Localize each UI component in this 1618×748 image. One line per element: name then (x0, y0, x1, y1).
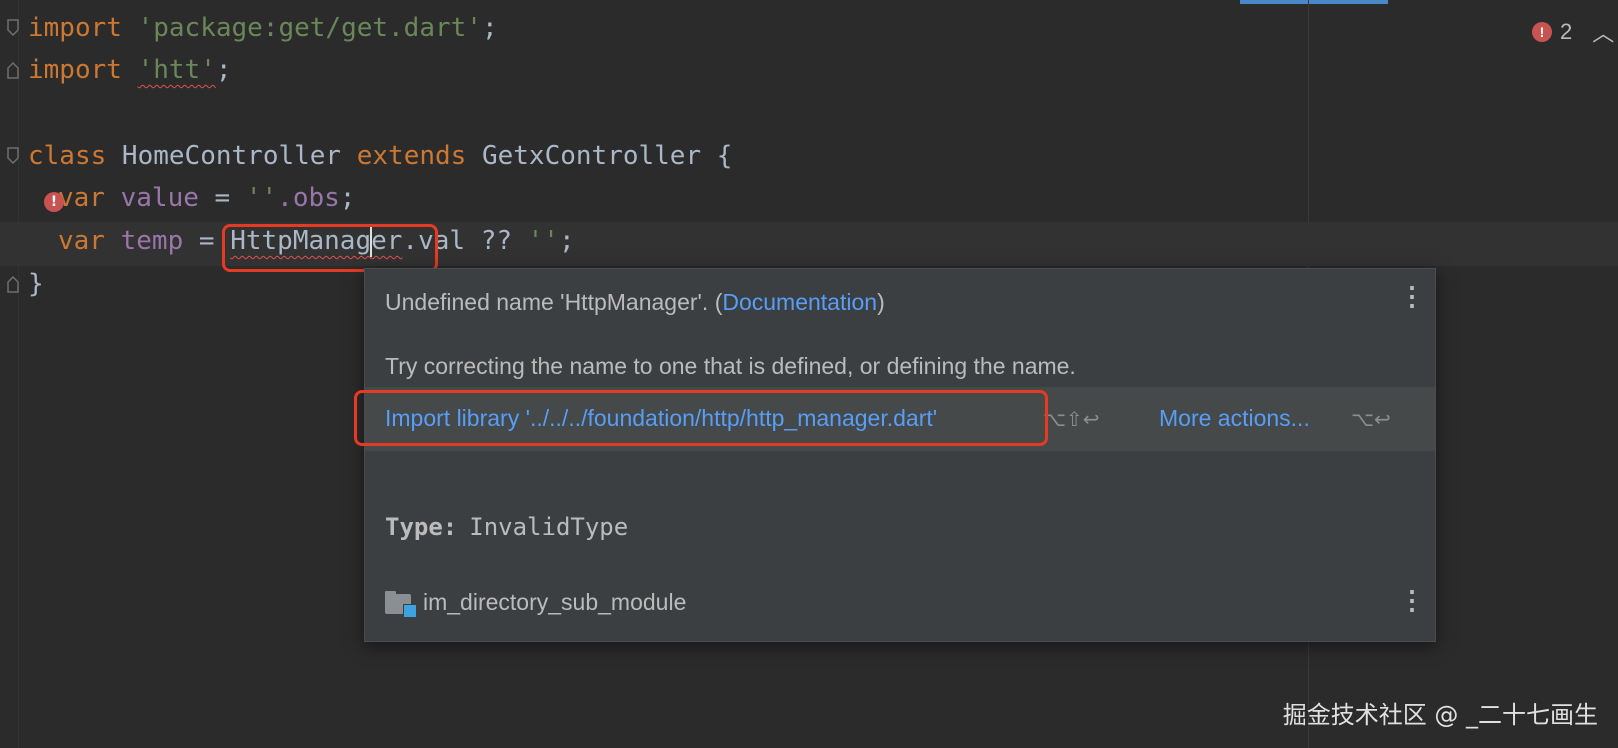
punct-token: ; (481, 13, 498, 43)
keyword-token: import (28, 13, 122, 43)
operator-token: = (198, 183, 246, 213)
class-name-token: HomeController (106, 141, 357, 171)
closing-brace: } (28, 269, 44, 299)
error-message-prefix: Undefined name 'HttpManager'. ( (385, 289, 723, 315)
type-info: Type: InvalidType (385, 513, 628, 541)
keyword-token: var (58, 226, 105, 256)
error-message-suffix: ) (877, 289, 885, 315)
keyword-token: class (28, 141, 107, 171)
module-info: im_directory_sub_module (385, 589, 687, 618)
code-line-1[interactable]: import 'package:get/get.dart'; (28, 6, 498, 50)
more-actions-shortcut: ⌥↩ (1351, 407, 1391, 431)
field-token: temp (104, 226, 184, 256)
type-value: InvalidType (469, 513, 629, 541)
popup-footer-menu-icon[interactable]: ⋮ (1399, 587, 1425, 613)
more-actions-link[interactable]: More actions... (1159, 405, 1310, 432)
keyword-token: import (28, 55, 122, 85)
keyword-token: extends (356, 141, 467, 171)
string-token: '' (527, 226, 559, 256)
fold-marker-icon[interactable] (6, 274, 20, 294)
code-line-7[interactable]: } (28, 262, 44, 306)
fold-marker-icon[interactable] (6, 146, 20, 166)
chevron-up-icon[interactable]: ︿ (1592, 16, 1614, 48)
string-token: 'package:get/get.dart' (121, 13, 482, 43)
watermark-text: 掘金技术社区 @ _二十七画生 (1282, 701, 1598, 729)
error-icon: ! (1532, 22, 1552, 42)
punct-token: ; (339, 183, 356, 213)
gutter-divider (18, 0, 19, 748)
module-name: im_directory_sub_module (423, 589, 687, 615)
field-token: value (104, 183, 199, 213)
error-bulb-icon[interactable]: ! (44, 192, 64, 212)
highlight-box-identifier (222, 224, 438, 272)
popup-menu-icon[interactable]: ⋮ (1399, 283, 1425, 309)
error-message: Undefined name 'HttpManager'. (Documenta… (385, 289, 885, 316)
import-shortcut: ⌥⇧↩ (1043, 407, 1100, 431)
inspection-widget[interactable]: ! 2 ︿ (1532, 18, 1614, 46)
error-hint: Try correcting the name to one that is d… (385, 353, 1076, 379)
documentation-link[interactable]: Documentation (722, 289, 877, 315)
string-token: '' (245, 183, 278, 213)
highlight-box-import-action (354, 390, 1048, 446)
module-folder-icon (385, 590, 417, 618)
punct-token: ; (215, 55, 232, 85)
fold-marker-icon[interactable] (6, 18, 20, 38)
punct-token: ; (558, 226, 575, 256)
code-line-5[interactable]: var value = ''.obs; (58, 176, 355, 220)
type-label: Type: (385, 513, 458, 541)
error-count: 2 (1560, 19, 1573, 44)
keyword-token: var (58, 183, 105, 213)
code-line-4[interactable]: class HomeController extends GetxControl… (28, 134, 732, 178)
error-popup: Undefined name 'HttpManager'. (Documenta… (364, 268, 1436, 642)
field-token: .obs (277, 183, 340, 213)
superclass-token: GetxController { (466, 141, 733, 171)
string-token-error: 'htt' (137, 55, 216, 85)
editor-tab-indicator (1240, 0, 1388, 4)
code-line-2[interactable]: import 'htt'; (28, 48, 232, 92)
fold-marker-icon[interactable] (6, 60, 20, 80)
